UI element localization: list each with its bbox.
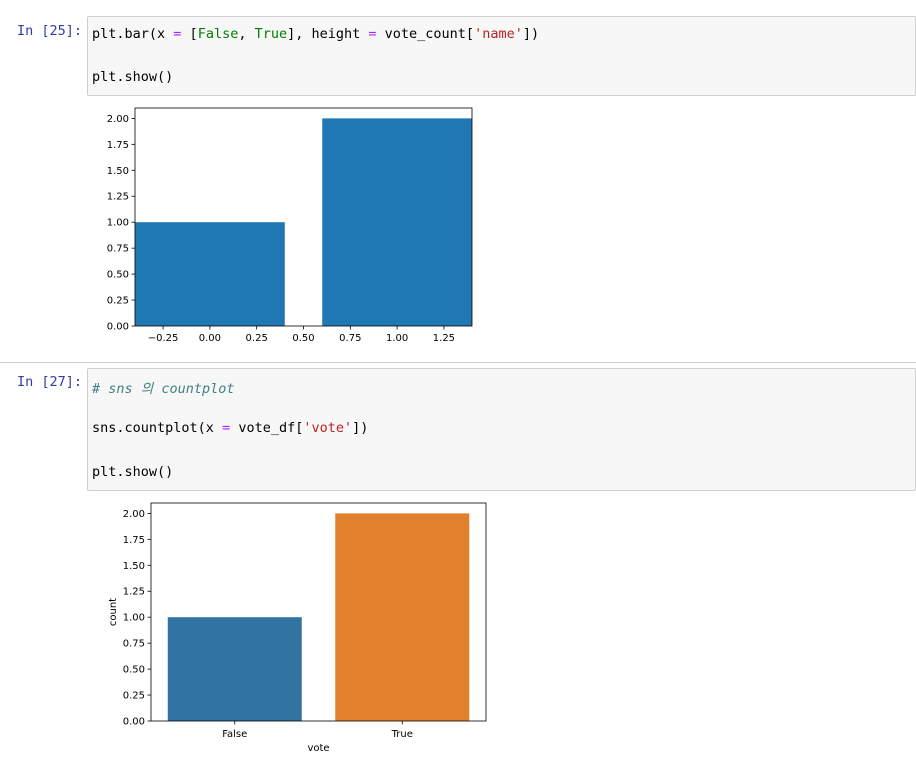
y-tick-label: 1.25 (123, 587, 145, 598)
y-tick-label: 0.00 (123, 717, 145, 728)
y-tick-label: 0.75 (123, 639, 145, 650)
x-tick-label: True (391, 729, 413, 740)
y-tick-label: 0.00 (107, 322, 129, 333)
code-line: plt.bar(x = [False, True], height = vote… (92, 26, 540, 42)
x-tick-label: 0.00 (199, 333, 221, 344)
x-tick-label: −0.25 (148, 333, 179, 344)
y-tick-label: 1.00 (123, 613, 145, 624)
x-tick-label: False (222, 729, 247, 740)
y-tick-label: 0.50 (107, 270, 129, 281)
y-tick-label: 0.75 (107, 244, 129, 255)
x-tick-label: 0.25 (246, 333, 268, 344)
y-tick-label: 1.50 (107, 166, 129, 177)
code-line: sns.countplot(x = vote_df['vote']) (92, 420, 369, 436)
y-tick-label: 1.25 (107, 192, 129, 203)
code-cell-25[interactable]: In [25]: plt.bar(x = [False, True], heig… (0, 0, 916, 360)
code-comment: # sns 의 countplot (92, 381, 235, 397)
cell-prompt: In [27]: (16, 374, 82, 390)
y-tick-label: 2.00 (123, 509, 145, 520)
y-axis-label: count (108, 598, 119, 626)
bar-chart-output: 0.00 0.25 0.50 0.75 1.00 1.25 1.50 1.75 2.00 −0.2… (107, 107, 473, 344)
y-tick-label: 1.75 (107, 140, 129, 151)
countplot-output: False True 0.00 0.25 0.50 0.75 1.00 1.25 1.50 1.7… (108, 502, 487, 754)
x-tick-label: 1.25 (433, 333, 455, 344)
y-tick-label: 1.50 (123, 561, 145, 572)
code-line: plt.show() (92, 69, 174, 85)
x-axis-label: vote (307, 743, 329, 754)
y-tick-label: 0.25 (107, 296, 129, 307)
code-line: plt.show() (92, 464, 174, 480)
y-tick-label: 1.00 (107, 218, 129, 229)
bar (322, 118, 472, 326)
code-editor[interactable]: # sns 의 countplot sns.countplot(x = vote… (87, 368, 916, 491)
y-tick-label: 0.25 (123, 691, 145, 702)
bar (167, 617, 302, 721)
y-tick-label: 2.00 (107, 114, 129, 125)
code-cell-27[interactable]: In [27]: # sns 의 countplot sns.countplot… (0, 363, 916, 769)
cell-prompt: In [25]: (16, 23, 82, 39)
bar (335, 513, 470, 721)
y-tick-label: 0.50 (123, 665, 145, 676)
y-tick-label: 1.75 (123, 535, 145, 546)
bar (135, 222, 285, 326)
x-tick-label: 0.75 (339, 333, 361, 344)
x-tick-label: 0.50 (292, 333, 314, 344)
x-tick-label: 1.00 (386, 333, 408, 344)
code-editor[interactable]: plt.bar(x = [False, True], height = vote… (87, 16, 916, 96)
